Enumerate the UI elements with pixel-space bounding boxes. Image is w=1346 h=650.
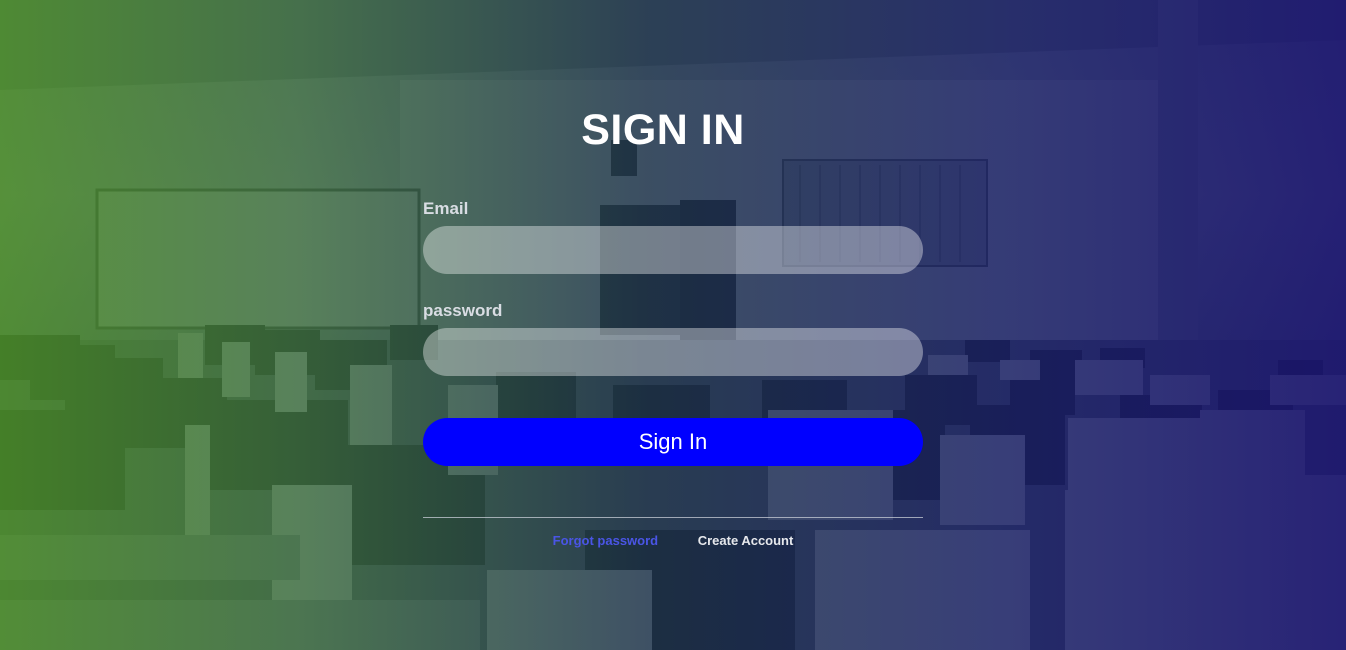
signin-button[interactable]: Sign In — [423, 418, 923, 466]
password-label: password — [423, 301, 503, 320]
email-label: Email — [423, 199, 469, 218]
page-title: SIGN IN — [581, 106, 745, 154]
signin-form: Email password Sign In Forgot password C… — [423, 198, 923, 548]
email-field[interactable] — [423, 226, 923, 274]
auth-links: Forgot password Create Account — [423, 533, 923, 548]
divider — [423, 517, 923, 518]
create-account-link[interactable]: Create Account — [698, 533, 794, 548]
password-field[interactable] — [423, 328, 923, 376]
forgot-password-link[interactable]: Forgot password — [553, 533, 658, 548]
login-page: SIGN IN Email password Sign In Forgot pa… — [0, 0, 1346, 650]
